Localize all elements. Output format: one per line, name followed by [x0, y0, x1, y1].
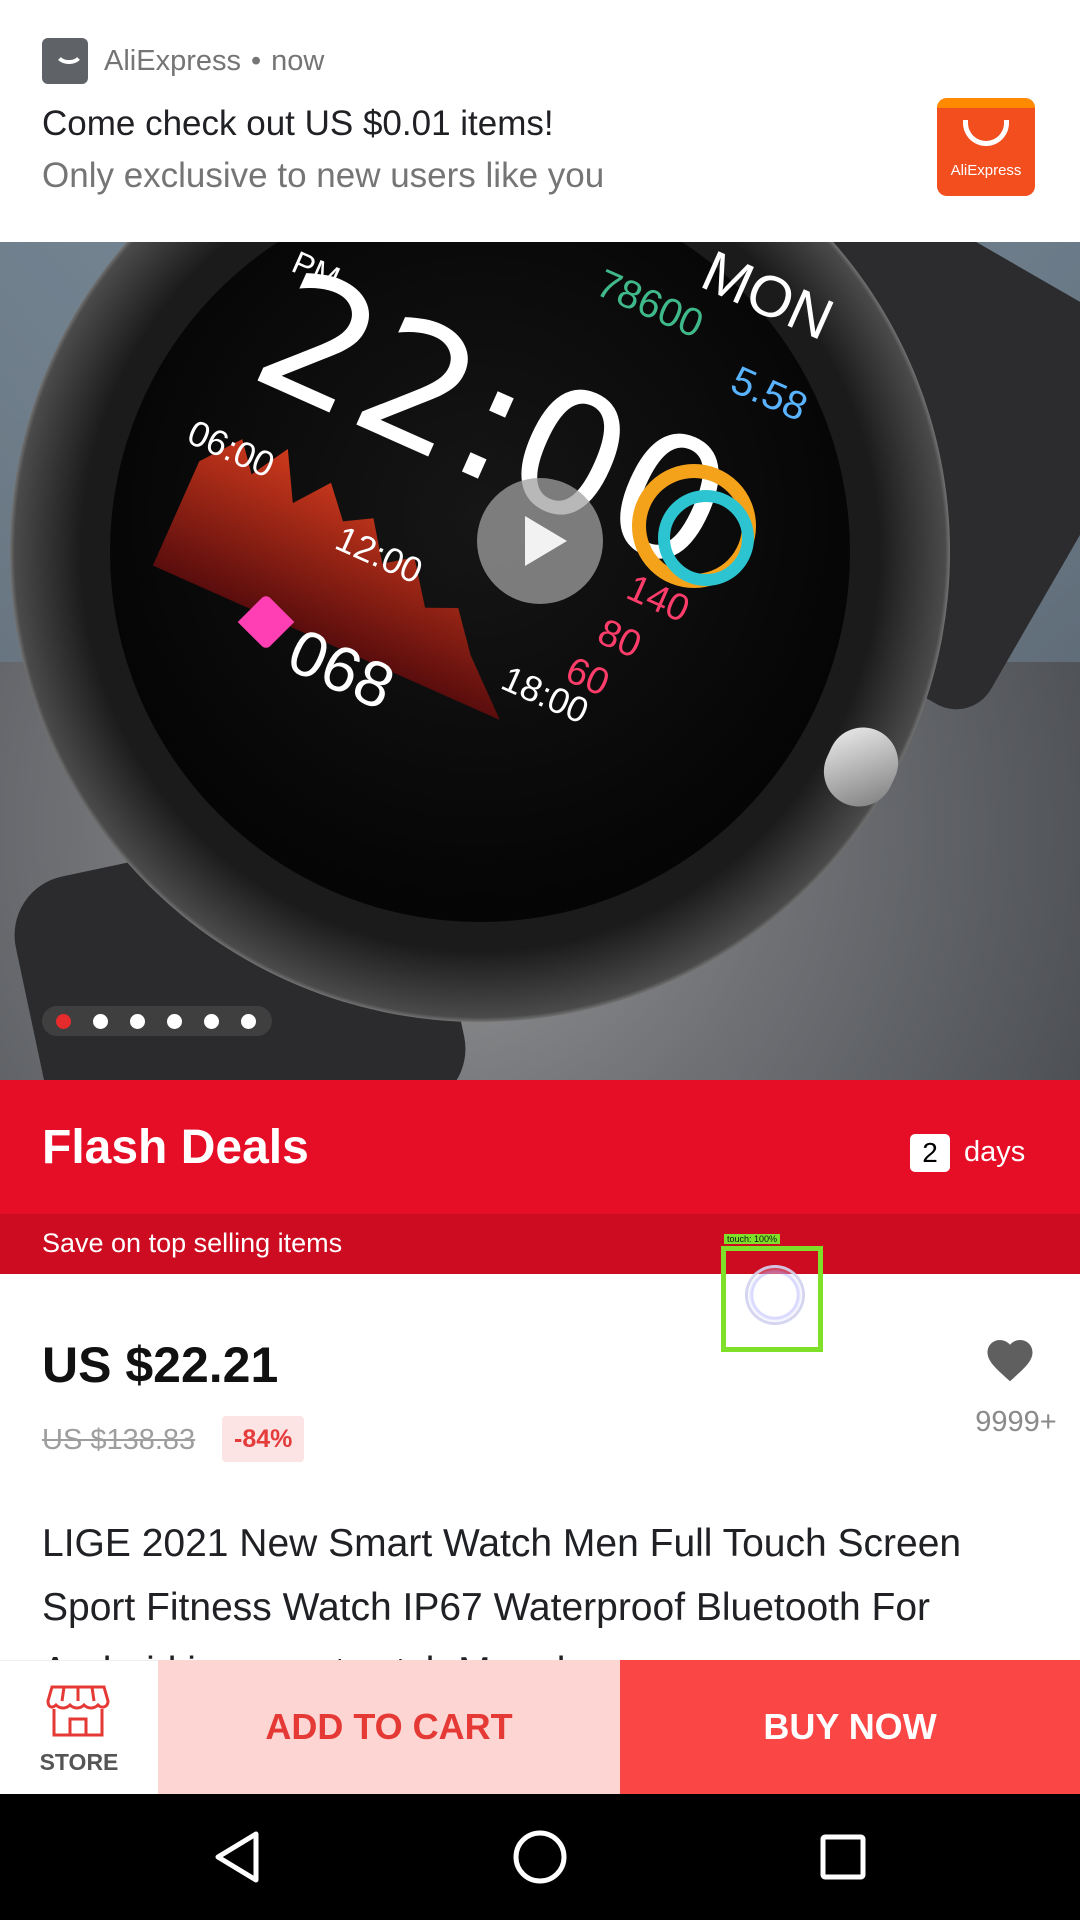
- wishlist-button[interactable]: 9999+: [970, 1330, 1057, 1440]
- back-triangle-icon: [215, 1831, 259, 1883]
- flash-deals-subtitle-bar: Save on top selling items: [0, 1214, 1080, 1274]
- flash-deals-title: Flash Deals: [42, 1121, 309, 1174]
- product-title: LIGE 2021 New Smart Watch Men Full Touch…: [42, 1522, 962, 1662]
- carousel-dot[interactable]: [93, 1013, 108, 1029]
- notification-app-name: AliExpress: [104, 44, 241, 77]
- notification-header: AliExpress • now: [42, 38, 324, 84]
- store-label: STORE: [39, 1749, 119, 1775]
- activity-ring-icon: [632, 464, 756, 588]
- notification-time: now: [271, 44, 325, 77]
- touch-indicator-label: touch: 100%: [724, 1234, 781, 1244]
- notification-separator: •: [251, 44, 262, 77]
- aliexpress-logo: AliExpress: [937, 98, 1035, 196]
- product-price: US $22.21: [42, 1337, 279, 1393]
- product-image-carousel[interactable]: PM 22:00 78600 MON 5.58 06:00 12:00 18:0…: [0, 242, 1080, 1080]
- wishlist-count: 9999+: [975, 1406, 1057, 1438]
- carousel-dot[interactable]: [167, 1013, 182, 1029]
- recents-square-icon: [820, 1834, 866, 1880]
- play-video-button[interactable]: [477, 478, 603, 604]
- original-price: US $138.83: [42, 1424, 196, 1456]
- nav-home-button[interactable]: [503, 1820, 577, 1894]
- discount-badge: -84%: [222, 1416, 305, 1462]
- carousel-dot[interactable]: [204, 1013, 219, 1029]
- touch-indicator-dot: [745, 1265, 805, 1325]
- flash-deals-subtitle: Save on top selling items: [42, 1228, 343, 1258]
- heart-icon: [987, 1340, 1033, 1382]
- carousel-dot[interactable]: [241, 1013, 256, 1029]
- countdown-days-value: 2: [910, 1134, 950, 1172]
- notification-title: Come check out US $0.01 items!: [42, 104, 554, 143]
- nav-recents-button[interactable]: [806, 1820, 880, 1894]
- flash-deals-banner[interactable]: Flash Deals 2 days: [0, 1080, 1080, 1214]
- store-button[interactable]: STORE: [0, 1660, 158, 1794]
- buy-now-button[interactable]: BUY NOW: [620, 1660, 1080, 1794]
- nav-back-button[interactable]: [200, 1820, 274, 1894]
- aliexpress-bag-icon: [42, 38, 88, 84]
- home-circle-icon: [513, 1830, 567, 1884]
- system-navigation-bar: [0, 1794, 1080, 1920]
- bottom-action-bar: STORE ADD TO CART BUY NOW: [0, 1660, 1080, 1794]
- carousel-dot[interactable]: [56, 1013, 71, 1029]
- carousel-indicator: [42, 1006, 272, 1036]
- add-to-cart-button[interactable]: ADD TO CART: [158, 1660, 620, 1794]
- carousel-dot[interactable]: [130, 1013, 145, 1029]
- notification-body: Only exclusive to new users like you: [42, 156, 605, 195]
- push-notification[interactable]: AliExpress • now Come check out US $0.01…: [0, 0, 1080, 242]
- countdown-days-label: days: [964, 1136, 1026, 1168]
- store-icon: [46, 1685, 110, 1737]
